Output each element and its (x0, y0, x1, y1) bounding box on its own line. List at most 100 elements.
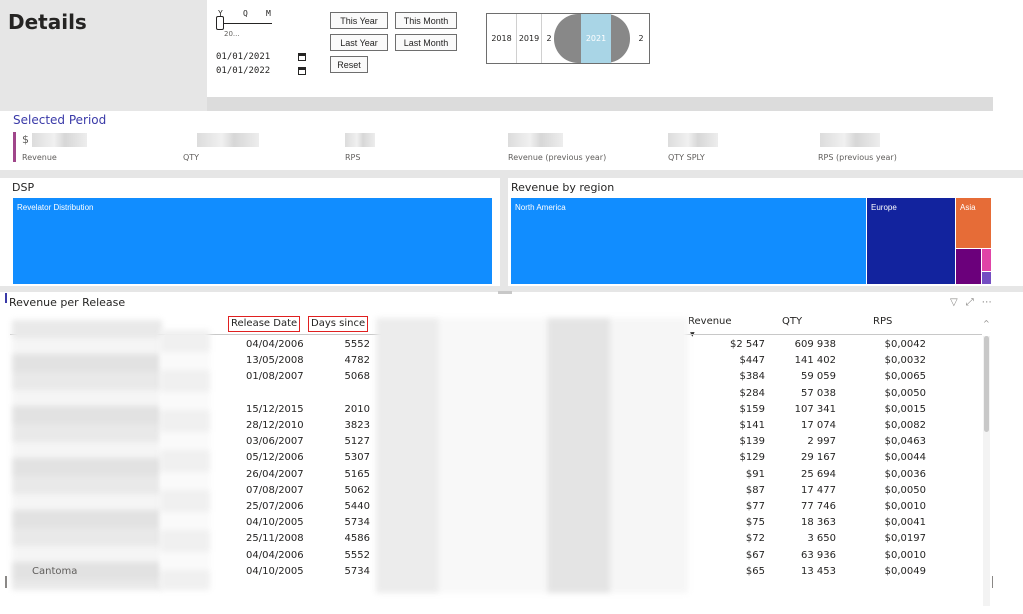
table-scrollbar-thumb[interactable] (984, 336, 989, 432)
table-row[interactable]: 03/06/2007 5127 $139 2 997 $0,0463 (0, 435, 1023, 451)
treemap-tile-europe[interactable]: Europe (867, 198, 955, 284)
filter-icon[interactable]: ▽ (950, 297, 958, 308)
cell-revenue: $159 (739, 403, 765, 415)
table-row[interactable]: 04/10/2005 5734 $75 18 363 $0,0041 (0, 516, 1023, 532)
cell-days-since: 5068 (344, 371, 370, 383)
cell-rps: $0,0044 (884, 452, 926, 464)
table-row[interactable]: 13/05/2008 4782 $447 141 402 $0,0032 (0, 354, 1023, 370)
kpi-label: Revenue (previous year) (508, 153, 607, 162)
treemap-tile-other-3[interactable] (982, 272, 991, 284)
cell-qty: 18 363 (801, 517, 836, 529)
kpi-accent-bar (13, 132, 16, 162)
cell-qty: 107 341 (794, 403, 836, 415)
cell-rps: $0,0010 (884, 501, 926, 512)
kpi-value-redacted (32, 133, 87, 147)
reset-button[interactable]: Reset (330, 56, 368, 73)
title-panel: Details (0, 0, 207, 97)
header-area: Details Y Q M 20... 01/01/2021 01/01/202… (0, 0, 1023, 112)
cell-revenue: $141 (739, 420, 765, 431)
kpi-label: QTY SPLY (668, 153, 705, 162)
cell-qty: 3 650 (807, 533, 836, 545)
calendar-icon[interactable] (298, 67, 306, 75)
year-item-selected[interactable]: 2021 (581, 14, 611, 63)
date-to-input[interactable]: 01/01/2022 (216, 66, 298, 76)
treemap-tile-asia[interactable]: Asia (956, 198, 991, 248)
table-title: Revenue per Release (9, 296, 126, 309)
date-from-row[interactable]: 01/01/2021 (216, 50, 306, 64)
cell-release-date: 05/12/2006 (246, 452, 304, 464)
visual-header-icons: ▽ ⤢ ⋯ (950, 297, 992, 308)
cell-release-date: 15/12/2015 (246, 403, 304, 415)
treemap-tile-other-2[interactable] (982, 249, 991, 271)
cell-revenue: $284 (739, 387, 765, 399)
slider-handle[interactable] (216, 16, 224, 30)
year-item[interactable]: 2018 (487, 14, 517, 63)
cell-qty: 2 997 (807, 436, 836, 448)
table-row[interactable]: 05/12/2006 5307 $129 29 167 $0,0044 (0, 451, 1023, 467)
scroll-up-icon[interactable]: ^ (983, 319, 990, 328)
kpi-rps-previous-year: RPS (previous year) (818, 133, 928, 162)
ymd-label-y: Y (218, 9, 223, 18)
cell-release-date: 26/04/2007 (246, 468, 304, 480)
ymd-granularity-slider[interactable]: Y Q M 20... (216, 9, 276, 38)
table-row[interactable]: 25/11/2008 4586 $72 3 650 $0,0197 (0, 532, 1023, 548)
cell-qty: 17 074 (801, 420, 836, 431)
slider-track (220, 23, 272, 24)
cell-rps: $0,0036 (884, 468, 926, 480)
cell-revenue: $65 (745, 565, 765, 577)
cell-days-since: 4782 (344, 355, 370, 367)
cell-qty: 609 938 (794, 339, 836, 350)
column-header-days-since[interactable]: Days since (308, 316, 369, 332)
cell-qty: 13 453 (801, 565, 836, 577)
selected-period-title: Selected Period (13, 113, 107, 127)
table-row[interactable]: 28/12/2010 3823 $141 17 074 $0,0082 (0, 419, 1023, 435)
table-row[interactable]: 26/04/2007 5165 $91 25 694 $0,0036 (0, 468, 1023, 484)
ymd-label-m: M (266, 9, 271, 18)
cell-days-since: 2010 (344, 403, 370, 415)
cell-rps: $0,0015 (884, 403, 926, 415)
year-slicer[interactable]: 2018 2019 2 2021 2 (486, 13, 650, 64)
column-header-release-date[interactable]: Release Date (228, 316, 301, 332)
this-year-button[interactable]: This Year (330, 12, 388, 29)
kpi-value-redacted (668, 133, 718, 147)
date-from-input[interactable]: 01/01/2021 (216, 52, 298, 62)
treemap-tile-other-1[interactable] (956, 249, 981, 284)
cell-rps: $0,0463 (884, 436, 926, 448)
this-month-button[interactable]: This Month (395, 12, 457, 29)
table-row[interactable]: 15/12/2015 2010 $159 107 341 $0,0015 (0, 403, 1023, 419)
calendar-icon[interactable] (298, 53, 306, 61)
visual-divider (500, 178, 508, 290)
table-row[interactable]: 04/04/2006 5552 $67 63 936 $0,0010 (0, 549, 1023, 565)
column-header-revenue[interactable]: Revenue (688, 316, 732, 327)
cell-days-since: 5552 (344, 339, 370, 350)
drag-handle[interactable] (498, 291, 512, 294)
last-month-button[interactable]: Last Month (395, 34, 457, 51)
focus-mode-icon[interactable]: ⤢ (966, 297, 974, 308)
more-options-icon[interactable]: ⋯ (982, 297, 992, 308)
year-item[interactable]: 2019 (517, 14, 542, 63)
table-row[interactable]: 01/08/2007 5068 $384 59 059 $0,0065 (0, 370, 1023, 386)
cell-qty: 17 477 (801, 484, 836, 496)
cell-rps: $0,0082 (884, 420, 926, 431)
last-year-button[interactable]: Last Year (330, 34, 388, 51)
table-row[interactable]: 07/08/2007 5062 $87 17 477 $0,0050 (0, 484, 1023, 500)
cell-days-since: 5734 (344, 565, 370, 577)
table-row[interactable]: $284 57 038 $0,0050 (0, 387, 1023, 403)
cell-qty: 77 746 (801, 501, 836, 512)
table-row[interactable]: 04/04/2006 5552 $2 547 609 938 $0,0042 (0, 338, 1023, 354)
table-row[interactable]: 25/07/2006 5440 $77 77 746 $0,0010 (0, 500, 1023, 516)
header-strip-left (0, 97, 207, 111)
treemap-tile-north-america[interactable]: North America (511, 198, 866, 284)
cell-release-date: 04/10/2005 (246, 517, 304, 529)
table-row[interactable]: 04/10/2005 5734 $65 13 453 $0,0049 Cantoma (0, 565, 1023, 581)
kpi-revenue-previous-year: Revenue (previous year) (508, 133, 628, 162)
kpi-label: RPS (previous year) (818, 153, 897, 162)
column-header-qty[interactable]: QTY (782, 316, 802, 327)
cell-rps: $0,0032 (884, 355, 926, 367)
column-header-rps[interactable]: RPS (873, 316, 892, 327)
treemap-tile-revelator-distribution[interactable]: Revelator Distribution (13, 198, 492, 284)
date-to-row[interactable]: 01/01/2022 (216, 64, 306, 78)
cell-revenue: $72 (745, 533, 765, 545)
cell-rps: $0,0050 (884, 387, 926, 399)
year-item[interactable]: 2 (634, 14, 648, 63)
